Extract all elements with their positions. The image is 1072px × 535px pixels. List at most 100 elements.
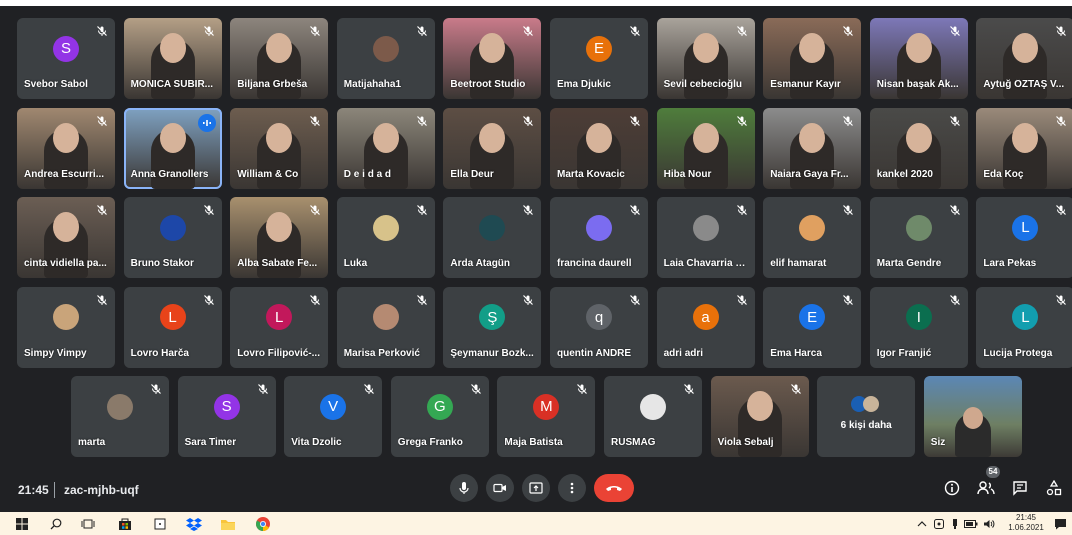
mic-off-icon bbox=[949, 24, 961, 36]
meeting-details-button[interactable] bbox=[942, 478, 962, 498]
participant-tile[interactable]: L Lovro Filipović-... bbox=[230, 286, 329, 368]
participant-tile[interactable]: Nisan başak Ak... bbox=[869, 18, 968, 99]
participant-tile[interactable]: Bruno Stakor bbox=[123, 197, 222, 278]
participant-tile[interactable]: G Grega Franko bbox=[390, 376, 489, 457]
tray-app-icon[interactable] bbox=[931, 516, 947, 532]
participant-name: Biljana Grbeša bbox=[237, 79, 308, 90]
participant-tile[interactable]: Laia Chavarria F... bbox=[656, 197, 755, 278]
participant-tile[interactable]: Esmanur Kayır bbox=[763, 18, 862, 99]
mic-off-icon bbox=[257, 382, 269, 394]
notifications-icon[interactable] bbox=[1052, 516, 1068, 532]
task-view-icon[interactable] bbox=[80, 516, 96, 532]
participant-tile[interactable]: William & Co bbox=[230, 107, 329, 189]
dropbox-icon[interactable] bbox=[186, 516, 202, 532]
camera-button[interactable] bbox=[486, 474, 514, 502]
participant-tile[interactable]: Matijahaha1 bbox=[336, 18, 435, 99]
participant-tile[interactable]: MONICA SUBIR... bbox=[123, 18, 222, 99]
video-person-head bbox=[905, 122, 932, 153]
participant-tile[interactable]: E Ema Djukic bbox=[550, 18, 648, 99]
microphone-button[interactable] bbox=[450, 474, 478, 502]
windows-icon[interactable] bbox=[14, 516, 30, 532]
more-options-button[interactable] bbox=[558, 474, 586, 502]
participant-name: Sevil cebecioğlu bbox=[663, 79, 742, 90]
notes-app-icon[interactable] bbox=[152, 516, 168, 532]
mic-off-icon bbox=[416, 114, 428, 126]
participant-tile[interactable]: marta bbox=[71, 376, 169, 457]
participant-tile[interactable]: L Lovro Harča bbox=[123, 286, 222, 368]
video-person-head bbox=[266, 33, 293, 63]
system-clock[interactable]: 21:45 1.06.2021 bbox=[1004, 513, 1048, 533]
participant-tile[interactable]: elif hamarat bbox=[763, 197, 862, 278]
profile-picture bbox=[640, 393, 666, 420]
windows-taskbar: 21:45 1.06.2021 bbox=[0, 512, 1072, 535]
participant-tile[interactable]: Eda Koç bbox=[976, 107, 1072, 189]
more-participants-tile[interactable]: 6 kişi daha bbox=[817, 376, 916, 457]
participant-tile[interactable]: L Lucija Protega bbox=[976, 286, 1072, 368]
participant-tile[interactable]: Sevil cebecioğlu bbox=[656, 18, 755, 99]
avatar: G bbox=[426, 393, 453, 420]
participant-tile[interactable]: Beetroot Studio bbox=[443, 18, 542, 99]
self-view-tile[interactable]: Siz bbox=[923, 376, 1022, 457]
participant-tile[interactable]: M Maja Batista bbox=[497, 376, 596, 457]
tray-chevron-up-icon[interactable] bbox=[914, 516, 930, 532]
participant-name: francina daurell bbox=[557, 258, 632, 269]
participant-tile[interactable]: Marisa Perković bbox=[336, 286, 435, 368]
mic-off-icon bbox=[576, 382, 588, 394]
participant-tile[interactable]: a adri adri bbox=[656, 286, 755, 368]
mic-off-icon bbox=[309, 114, 321, 126]
participant-tile[interactable]: I Igor Franjić bbox=[869, 286, 968, 368]
usb-icon[interactable] bbox=[947, 516, 963, 532]
system-date: 1.06.2021 bbox=[1008, 523, 1044, 532]
participant-tile[interactable]: kankel 2020 bbox=[869, 107, 968, 189]
profile-picture bbox=[159, 214, 186, 241]
participant-tile[interactable]: E Ema Harca bbox=[763, 286, 862, 368]
file-explorer-icon[interactable] bbox=[220, 516, 236, 532]
participant-tile[interactable]: Arda Atagün bbox=[443, 197, 542, 278]
participant-tile[interactable]: Hiba Nour bbox=[656, 107, 755, 189]
participant-tile[interactable]: RUSMAG bbox=[604, 376, 702, 457]
volume-icon[interactable] bbox=[981, 516, 997, 532]
activities-button[interactable] bbox=[1044, 478, 1064, 498]
leave-call-button[interactable] bbox=[594, 474, 634, 502]
participant-tile[interactable]: Biljana Grbeša bbox=[230, 18, 329, 99]
participant-tile[interactable]: L Lara Pekas bbox=[976, 197, 1072, 278]
participant-name: Laia Chavarria F... bbox=[663, 258, 749, 269]
mic-off-icon bbox=[522, 114, 534, 126]
participant-tile[interactable]: Anna Granollers bbox=[123, 107, 222, 189]
search-icon[interactable] bbox=[48, 516, 64, 532]
profile-picture bbox=[799, 214, 826, 241]
chrome-icon[interactable] bbox=[255, 516, 271, 532]
participant-tile[interactable]: cinta vidiella pa... bbox=[17, 197, 115, 278]
participant-tile[interactable]: S Sara Timer bbox=[177, 376, 276, 457]
participant-tile[interactable]: Simpy Vimpy bbox=[17, 286, 115, 368]
mic-off-icon bbox=[470, 382, 482, 394]
present-screen-button[interactable] bbox=[522, 474, 550, 502]
participant-tile[interactable]: Viola Sebalj bbox=[710, 376, 809, 457]
participant-tile[interactable]: Aytuğ ÖZTAŞ V... bbox=[976, 18, 1072, 99]
participant-tile[interactable]: Andrea Escurri... bbox=[17, 107, 115, 189]
chat-button[interactable] bbox=[1010, 478, 1030, 498]
participant-name: MONICA SUBIR... bbox=[130, 79, 214, 90]
mic-off-icon bbox=[522, 24, 534, 36]
participant-tile[interactable]: Naiara Gaya Fr... bbox=[763, 107, 862, 189]
participant-tile[interactable]: Alba Sabate Fe... bbox=[230, 197, 329, 278]
participant-tile[interactable]: Marta Kovacic bbox=[550, 107, 648, 189]
mic-off-icon bbox=[416, 203, 428, 215]
participant-name: Bruno Stakor bbox=[130, 258, 194, 269]
avatar: V bbox=[320, 393, 347, 420]
store-icon[interactable] bbox=[117, 516, 133, 532]
participant-tile[interactable]: S Svebor Sabol bbox=[17, 18, 115, 99]
participant-tile[interactable]: V Vita Dzolic bbox=[284, 376, 383, 457]
meeting-code[interactable]: zac-mjhb-uqf bbox=[64, 483, 139, 497]
participant-tile[interactable]: Luka bbox=[336, 197, 435, 278]
participant-tile[interactable]: Ş Şeymanur Bozk... bbox=[443, 286, 542, 368]
participant-name: Lovro Filipović-... bbox=[237, 347, 320, 359]
participant-tile[interactable]: D e i d a d bbox=[336, 107, 435, 189]
people-button[interactable] bbox=[976, 478, 996, 498]
battery-icon[interactable] bbox=[963, 516, 979, 532]
participant-tile[interactable]: francina daurell bbox=[550, 197, 648, 278]
participant-tile[interactable]: Ella Deur bbox=[443, 107, 542, 189]
present-icon bbox=[529, 482, 543, 494]
participant-tile[interactable]: q quentin ANDRE bbox=[550, 286, 648, 368]
participant-tile[interactable]: Marta Gendre bbox=[869, 197, 968, 278]
